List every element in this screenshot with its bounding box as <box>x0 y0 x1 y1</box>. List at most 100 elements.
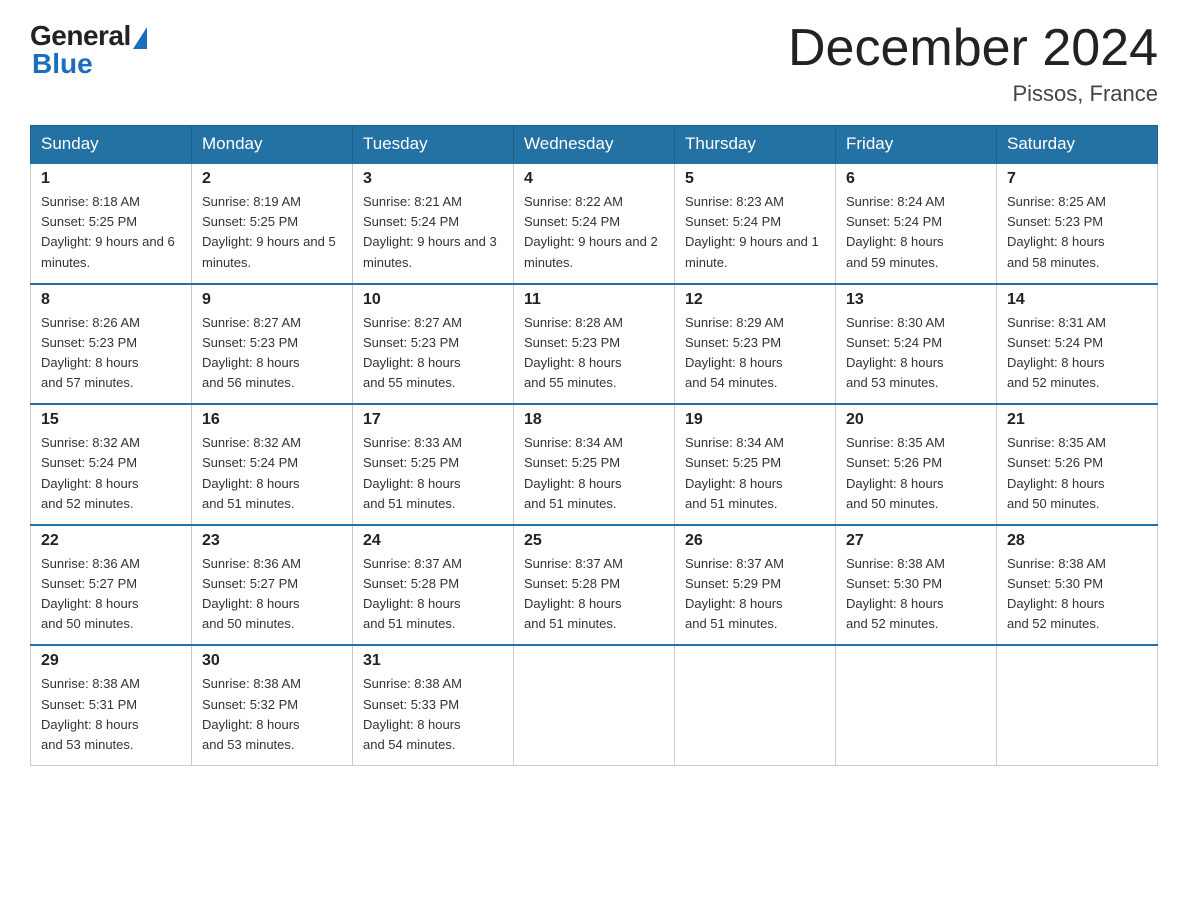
day-cell: 17 Sunrise: 8:33 AMSunset: 5:25 PMDaylig… <box>353 404 514 525</box>
week-row-5: 29 Sunrise: 8:38 AMSunset: 5:31 PMDaylig… <box>31 645 1158 765</box>
day-cell: 3 Sunrise: 8:21 AMSunset: 5:24 PMDayligh… <box>353 163 514 284</box>
day-cell: 30 Sunrise: 8:38 AMSunset: 5:32 PMDaylig… <box>192 645 353 765</box>
day-cell: 10 Sunrise: 8:27 AMSunset: 5:23 PMDaylig… <box>353 284 514 405</box>
day-cell: 19 Sunrise: 8:34 AMSunset: 5:25 PMDaylig… <box>675 404 836 525</box>
day-cell: 12 Sunrise: 8:29 AMSunset: 5:23 PMDaylig… <box>675 284 836 405</box>
day-info: Sunrise: 8:32 AMSunset: 5:24 PMDaylight:… <box>41 433 181 514</box>
day-cell: 23 Sunrise: 8:36 AMSunset: 5:27 PMDaylig… <box>192 525 353 646</box>
day-number: 8 <box>41 291 181 309</box>
header-row: SundayMondayTuesdayWednesdayThursdayFrid… <box>31 126 1158 164</box>
day-number: 2 <box>202 170 342 188</box>
day-number: 31 <box>363 652 503 670</box>
day-number: 28 <box>1007 532 1147 550</box>
day-cell: 27 Sunrise: 8:38 AMSunset: 5:30 PMDaylig… <box>836 525 997 646</box>
day-info: Sunrise: 8:26 AMSunset: 5:23 PMDaylight:… <box>41 313 181 394</box>
day-number: 26 <box>685 532 825 550</box>
day-cell: 2 Sunrise: 8:19 AMSunset: 5:25 PMDayligh… <box>192 163 353 284</box>
day-info: Sunrise: 8:24 AMSunset: 5:24 PMDaylight:… <box>846 192 986 273</box>
day-number: 29 <box>41 652 181 670</box>
day-number: 24 <box>363 532 503 550</box>
page-header: General Blue December 2024 Pissos, Franc… <box>30 20 1158 107</box>
day-info: Sunrise: 8:37 AMSunset: 5:28 PMDaylight:… <box>524 554 664 635</box>
col-header-saturday: Saturday <box>997 126 1158 164</box>
day-number: 16 <box>202 411 342 429</box>
day-cell: 24 Sunrise: 8:37 AMSunset: 5:28 PMDaylig… <box>353 525 514 646</box>
day-cell: 22 Sunrise: 8:36 AMSunset: 5:27 PMDaylig… <box>31 525 192 646</box>
day-cell: 31 Sunrise: 8:38 AMSunset: 5:33 PMDaylig… <box>353 645 514 765</box>
day-number: 4 <box>524 170 664 188</box>
day-number: 25 <box>524 532 664 550</box>
day-info: Sunrise: 8:29 AMSunset: 5:23 PMDaylight:… <box>685 313 825 394</box>
day-cell: 14 Sunrise: 8:31 AMSunset: 5:24 PMDaylig… <box>997 284 1158 405</box>
day-cell: 26 Sunrise: 8:37 AMSunset: 5:29 PMDaylig… <box>675 525 836 646</box>
day-info: Sunrise: 8:37 AMSunset: 5:29 PMDaylight:… <box>685 554 825 635</box>
day-cell: 25 Sunrise: 8:37 AMSunset: 5:28 PMDaylig… <box>514 525 675 646</box>
day-cell: 11 Sunrise: 8:28 AMSunset: 5:23 PMDaylig… <box>514 284 675 405</box>
day-info: Sunrise: 8:35 AMSunset: 5:26 PMDaylight:… <box>846 433 986 514</box>
calendar-table: SundayMondayTuesdayWednesdayThursdayFrid… <box>30 125 1158 766</box>
day-number: 20 <box>846 411 986 429</box>
day-number: 23 <box>202 532 342 550</box>
week-row-1: 1 Sunrise: 8:18 AMSunset: 5:25 PMDayligh… <box>31 163 1158 284</box>
day-cell: 6 Sunrise: 8:24 AMSunset: 5:24 PMDayligh… <box>836 163 997 284</box>
day-number: 13 <box>846 291 986 309</box>
col-header-thursday: Thursday <box>675 126 836 164</box>
month-title: December 2024 <box>788 20 1158 77</box>
logo: General Blue <box>30 20 147 80</box>
day-number: 14 <box>1007 291 1147 309</box>
day-info: Sunrise: 8:27 AMSunset: 5:23 PMDaylight:… <box>363 313 503 394</box>
col-header-wednesday: Wednesday <box>514 126 675 164</box>
day-info: Sunrise: 8:35 AMSunset: 5:26 PMDaylight:… <box>1007 433 1147 514</box>
day-info: Sunrise: 8:30 AMSunset: 5:24 PMDaylight:… <box>846 313 986 394</box>
day-cell: 29 Sunrise: 8:38 AMSunset: 5:31 PMDaylig… <box>31 645 192 765</box>
day-cell: 20 Sunrise: 8:35 AMSunset: 5:26 PMDaylig… <box>836 404 997 525</box>
day-cell: 7 Sunrise: 8:25 AMSunset: 5:23 PMDayligh… <box>997 163 1158 284</box>
day-info: Sunrise: 8:34 AMSunset: 5:25 PMDaylight:… <box>524 433 664 514</box>
day-cell: 28 Sunrise: 8:38 AMSunset: 5:30 PMDaylig… <box>997 525 1158 646</box>
col-header-sunday: Sunday <box>31 126 192 164</box>
day-number: 21 <box>1007 411 1147 429</box>
day-number: 6 <box>846 170 986 188</box>
day-cell: 13 Sunrise: 8:30 AMSunset: 5:24 PMDaylig… <box>836 284 997 405</box>
day-number: 30 <box>202 652 342 670</box>
day-info: Sunrise: 8:21 AMSunset: 5:24 PMDaylight:… <box>363 192 503 273</box>
col-header-tuesday: Tuesday <box>353 126 514 164</box>
day-number: 27 <box>846 532 986 550</box>
day-cell: 21 Sunrise: 8:35 AMSunset: 5:26 PMDaylig… <box>997 404 1158 525</box>
day-number: 11 <box>524 291 664 309</box>
day-info: Sunrise: 8:27 AMSunset: 5:23 PMDaylight:… <box>202 313 342 394</box>
day-cell <box>997 645 1158 765</box>
day-info: Sunrise: 8:37 AMSunset: 5:28 PMDaylight:… <box>363 554 503 635</box>
week-row-3: 15 Sunrise: 8:32 AMSunset: 5:24 PMDaylig… <box>31 404 1158 525</box>
day-cell: 4 Sunrise: 8:22 AMSunset: 5:24 PMDayligh… <box>514 163 675 284</box>
day-number: 22 <box>41 532 181 550</box>
day-cell: 9 Sunrise: 8:27 AMSunset: 5:23 PMDayligh… <box>192 284 353 405</box>
day-number: 3 <box>363 170 503 188</box>
day-number: 7 <box>1007 170 1147 188</box>
day-info: Sunrise: 8:36 AMSunset: 5:27 PMDaylight:… <box>41 554 181 635</box>
day-info: Sunrise: 8:28 AMSunset: 5:23 PMDaylight:… <box>524 313 664 394</box>
day-cell: 5 Sunrise: 8:23 AMSunset: 5:24 PMDayligh… <box>675 163 836 284</box>
day-info: Sunrise: 8:36 AMSunset: 5:27 PMDaylight:… <box>202 554 342 635</box>
day-info: Sunrise: 8:23 AMSunset: 5:24 PMDaylight:… <box>685 192 825 273</box>
day-number: 19 <box>685 411 825 429</box>
day-cell: 15 Sunrise: 8:32 AMSunset: 5:24 PMDaylig… <box>31 404 192 525</box>
day-info: Sunrise: 8:38 AMSunset: 5:31 PMDaylight:… <box>41 674 181 755</box>
day-cell: 16 Sunrise: 8:32 AMSunset: 5:24 PMDaylig… <box>192 404 353 525</box>
logo-blue-text: Blue <box>32 48 93 80</box>
day-cell: 8 Sunrise: 8:26 AMSunset: 5:23 PMDayligh… <box>31 284 192 405</box>
location-text: Pissos, France <box>788 81 1158 107</box>
day-info: Sunrise: 8:18 AMSunset: 5:25 PMDaylight:… <box>41 192 181 273</box>
day-info: Sunrise: 8:22 AMSunset: 5:24 PMDaylight:… <box>524 192 664 273</box>
day-cell: 1 Sunrise: 8:18 AMSunset: 5:25 PMDayligh… <box>31 163 192 284</box>
day-cell <box>836 645 997 765</box>
day-info: Sunrise: 8:31 AMSunset: 5:24 PMDaylight:… <box>1007 313 1147 394</box>
col-header-friday: Friday <box>836 126 997 164</box>
week-row-4: 22 Sunrise: 8:36 AMSunset: 5:27 PMDaylig… <box>31 525 1158 646</box>
day-info: Sunrise: 8:38 AMSunset: 5:32 PMDaylight:… <box>202 674 342 755</box>
day-number: 5 <box>685 170 825 188</box>
col-header-monday: Monday <box>192 126 353 164</box>
day-cell <box>514 645 675 765</box>
day-info: Sunrise: 8:25 AMSunset: 5:23 PMDaylight:… <box>1007 192 1147 273</box>
day-number: 12 <box>685 291 825 309</box>
